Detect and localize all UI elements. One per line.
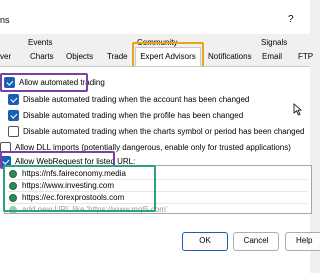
tab-trade[interactable]: Trade <box>107 52 128 62</box>
title-bar: ns ? <box>0 0 310 34</box>
option-disable-on-account-change[interactable]: Disable automated trading when the accou… <box>8 94 249 105</box>
tab-server[interactable]: ver <box>0 52 11 62</box>
checkbox-checked-icon[interactable] <box>8 110 19 121</box>
option-label: Disable automated trading when the profi… <box>23 111 244 120</box>
mouse-pointer-icon <box>293 103 302 116</box>
option-disable-on-profile-change[interactable]: Disable automated trading when the profi… <box>8 110 243 121</box>
tab-objects[interactable]: Objects <box>66 52 93 62</box>
help-question-icon[interactable]: ? <box>288 14 294 25</box>
highlight-expert-advisors-tab <box>132 42 204 69</box>
option-label: Disable automated trading when the chart… <box>23 127 305 136</box>
tab-signals[interactable]: Signals <box>261 38 287 48</box>
tab-email[interactable]: Email <box>262 52 282 62</box>
tab-events[interactable]: Events <box>28 38 52 48</box>
checkbox-unchecked-icon[interactable] <box>8 126 19 137</box>
option-disable-on-symbol-change[interactable]: Disable automated trading when the chart… <box>8 126 305 137</box>
tab-ftp[interactable]: FTP <box>298 52 313 62</box>
highlight-url-list <box>3 165 156 212</box>
ok-button[interactable]: OK <box>182 232 228 251</box>
cancel-button[interactable]: Cancel <box>233 232 279 251</box>
tab-charts[interactable]: Charts <box>30 52 54 62</box>
tab-notifications[interactable]: Notifications <box>208 52 252 62</box>
option-label: Disable automated trading when the accou… <box>23 95 250 104</box>
highlight-allow-automated-trading <box>0 73 88 92</box>
window-title: ns <box>0 15 10 25</box>
checkbox-checked-icon[interactable] <box>8 94 19 105</box>
help-button[interactable]: Help <box>285 232 320 251</box>
